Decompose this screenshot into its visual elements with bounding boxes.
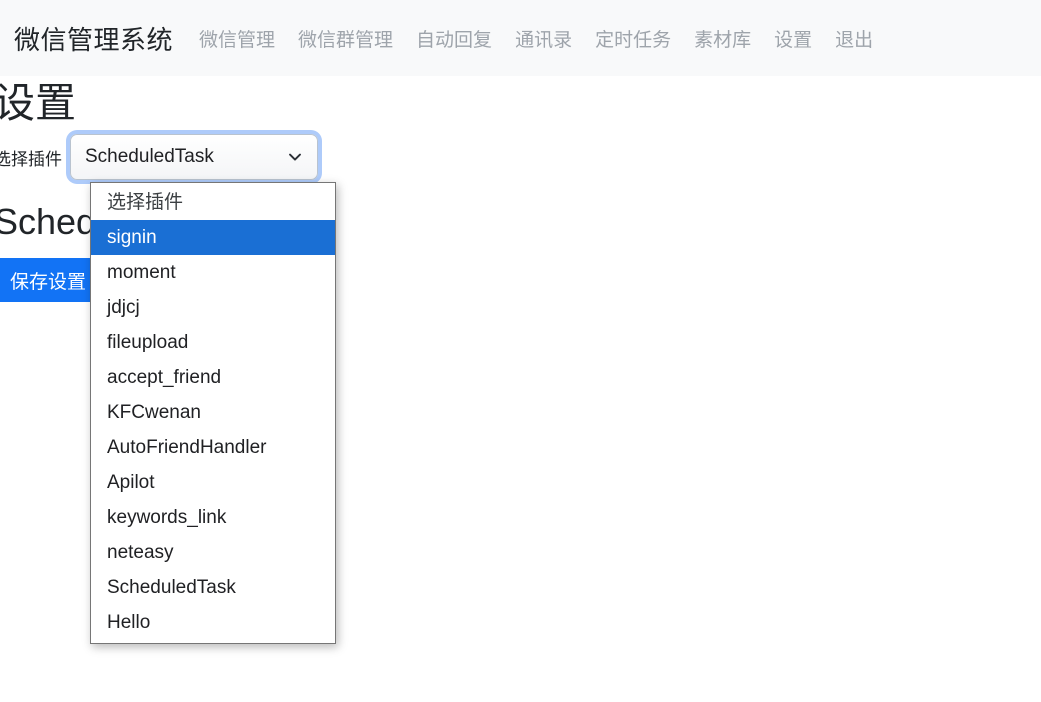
dropdown-option-placeholder[interactable]: 选择插件 bbox=[91, 185, 335, 220]
top-navigation-bar: 微信管理系统 微信管理 微信群管理 自动回复 通讯录 定时任务 素材库 设置 退… bbox=[0, 0, 1041, 76]
dropdown-option-scheduledtask[interactable]: ScheduledTask bbox=[91, 570, 335, 605]
plugin-dropdown-list[interactable]: 选择插件 signin moment jdjcj fileupload acce… bbox=[90, 182, 336, 644]
chevron-down-icon bbox=[287, 149, 303, 165]
dropdown-option-jdjcj[interactable]: jdjcj bbox=[91, 290, 335, 325]
save-settings-button[interactable]: 保存设置 bbox=[0, 258, 105, 302]
nav-item-settings[interactable]: 设置 bbox=[774, 25, 812, 52]
nav-item-scheduled-tasks[interactable]: 定时任务 bbox=[595, 25, 671, 52]
dropdown-option-accept-friend[interactable]: accept_friend bbox=[91, 360, 335, 395]
dropdown-option-keywords-link[interactable]: keywords_link bbox=[91, 500, 335, 535]
dropdown-option-moment[interactable]: moment bbox=[91, 255, 335, 290]
nav-item-contacts[interactable]: 通讯录 bbox=[515, 25, 572, 52]
page-title: 设置 bbox=[0, 80, 76, 126]
page-content: 设置 ScheduledTask 设置 保存设置 选择插件 ScheduledT… bbox=[0, 76, 1041, 702]
dropdown-option-signin[interactable]: signin bbox=[91, 220, 335, 255]
plugin-select-value: ScheduledTask bbox=[85, 146, 214, 167]
nav-item-auto-reply[interactable]: 自动回复 bbox=[416, 25, 492, 52]
plugin-select-row: 选择插件 ScheduledTask bbox=[0, 134, 318, 180]
nav-item-logout[interactable]: 退出 bbox=[835, 25, 873, 52]
dropdown-option-apilot[interactable]: Apilot bbox=[91, 465, 335, 500]
plugin-select[interactable]: ScheduledTask bbox=[70, 134, 318, 180]
dropdown-option-kfcwenan[interactable]: KFCwenan bbox=[91, 395, 335, 430]
nav-item-material-library[interactable]: 素材库 bbox=[694, 25, 751, 52]
nav-item-group-manage[interactable]: 微信群管理 bbox=[298, 25, 393, 52]
dropdown-option-autofriendhandler[interactable]: AutoFriendHandler bbox=[91, 430, 335, 465]
dropdown-option-fileupload[interactable]: fileupload bbox=[91, 325, 335, 360]
plugin-select-label: 选择插件 bbox=[0, 149, 62, 169]
brand-title[interactable]: 微信管理系统 bbox=[14, 20, 173, 57]
nav-item-wechat-manage[interactable]: 微信管理 bbox=[199, 25, 275, 52]
plugin-select-box[interactable]: ScheduledTask bbox=[70, 134, 318, 180]
dropdown-option-hello[interactable]: Hello bbox=[91, 605, 335, 640]
nav-links: 微信管理 微信群管理 自动回复 通讯录 定时任务 素材库 设置 退出 bbox=[199, 25, 873, 52]
dropdown-option-neteasy[interactable]: neteasy bbox=[91, 535, 335, 570]
